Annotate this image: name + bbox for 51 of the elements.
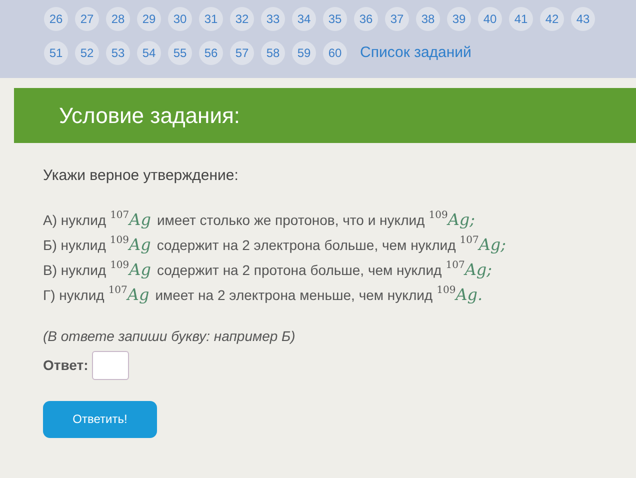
- answer-field[interactable]: [92, 350, 130, 380]
- nuclide-notation: $^{107}$Ag: [110, 212, 151, 228]
- answer-label: Ответ:: [43, 356, 88, 374]
- page-button[interactable]: 31: [199, 7, 223, 31]
- nuclide-notation: $^{109}$Ag: [110, 262, 151, 278]
- page-button[interactable]: 57: [230, 41, 254, 65]
- nuclide-notation: $^{109}$Ag;: [428, 212, 476, 228]
- hint-text: (В ответе запиши букву: например Б): [43, 326, 296, 346]
- nuclide-notation: $^{109}$Ag.: [436, 288, 483, 304]
- page-button[interactable]: 34: [292, 7, 316, 31]
- page-button[interactable]: 43: [571, 7, 595, 31]
- page-button[interactable]: 51: [44, 41, 68, 65]
- statement-text: имеет столько же протонов, что и нуклид: [156, 212, 425, 228]
- page-button[interactable]: 60: [323, 41, 347, 65]
- page-button[interactable]: 40: [478, 7, 502, 31]
- nuclide-notation: $^{107}$Ag;: [460, 238, 506, 254]
- page-button[interactable]: 59: [292, 41, 316, 65]
- page-button[interactable]: 38: [416, 7, 440, 31]
- statement-text: содержит на 2 протона больше, чем нуклид: [156, 262, 442, 278]
- nuclide-notation: $^{107}$Ag: [108, 288, 150, 304]
- page-button[interactable]: 30: [168, 7, 192, 31]
- page-button[interactable]: 42: [540, 7, 564, 31]
- page-button[interactable]: 27: [75, 7, 99, 31]
- page-button[interactable]: 35: [323, 7, 347, 31]
- page-button[interactable]: 33: [261, 7, 285, 31]
- nuclide-notation: $^{107}$Ag;: [446, 262, 492, 278]
- page-button[interactable]: 55: [168, 41, 192, 65]
- page-button[interactable]: 26: [44, 7, 68, 31]
- section-title: Условие задания:: [59, 103, 240, 128]
- page-button[interactable]: 54: [137, 41, 161, 65]
- page-button[interactable]: 41: [509, 7, 533, 31]
- nuclide-notation: $^{109}$Ag: [110, 238, 151, 254]
- page-button[interactable]: 32: [230, 7, 254, 31]
- statement-text: содержит на 2 электрона больше, чем нуклид: [156, 236, 456, 252]
- statement-text: А) нуклид: [43, 212, 106, 228]
- task-list-link[interactable]: Список заданий: [360, 42, 472, 64]
- page-button[interactable]: 53: [106, 41, 130, 65]
- page-button[interactable]: 37: [385, 7, 409, 31]
- page-button[interactable]: 29: [137, 7, 161, 31]
- submit-button[interactable]: Ответить!: [43, 400, 157, 438]
- page-button[interactable]: 58: [261, 41, 285, 65]
- page-button[interactable]: 39: [447, 7, 471, 31]
- statement-text: Г) нуклид: [43, 286, 104, 302]
- page-button[interactable]: 28: [106, 7, 130, 31]
- page-button[interactable]: 36: [354, 7, 378, 31]
- statement-text: Б) нуклид: [43, 236, 106, 252]
- question-text: Укажи верное утверждение:: [43, 166, 240, 186]
- statement-text: имеет на 2 электрона меньше, чем нуклид: [155, 286, 433, 302]
- statement-text: В) нуклид: [43, 262, 106, 278]
- page-button[interactable]: 56: [199, 41, 223, 65]
- page-button[interactable]: 52: [75, 41, 99, 65]
